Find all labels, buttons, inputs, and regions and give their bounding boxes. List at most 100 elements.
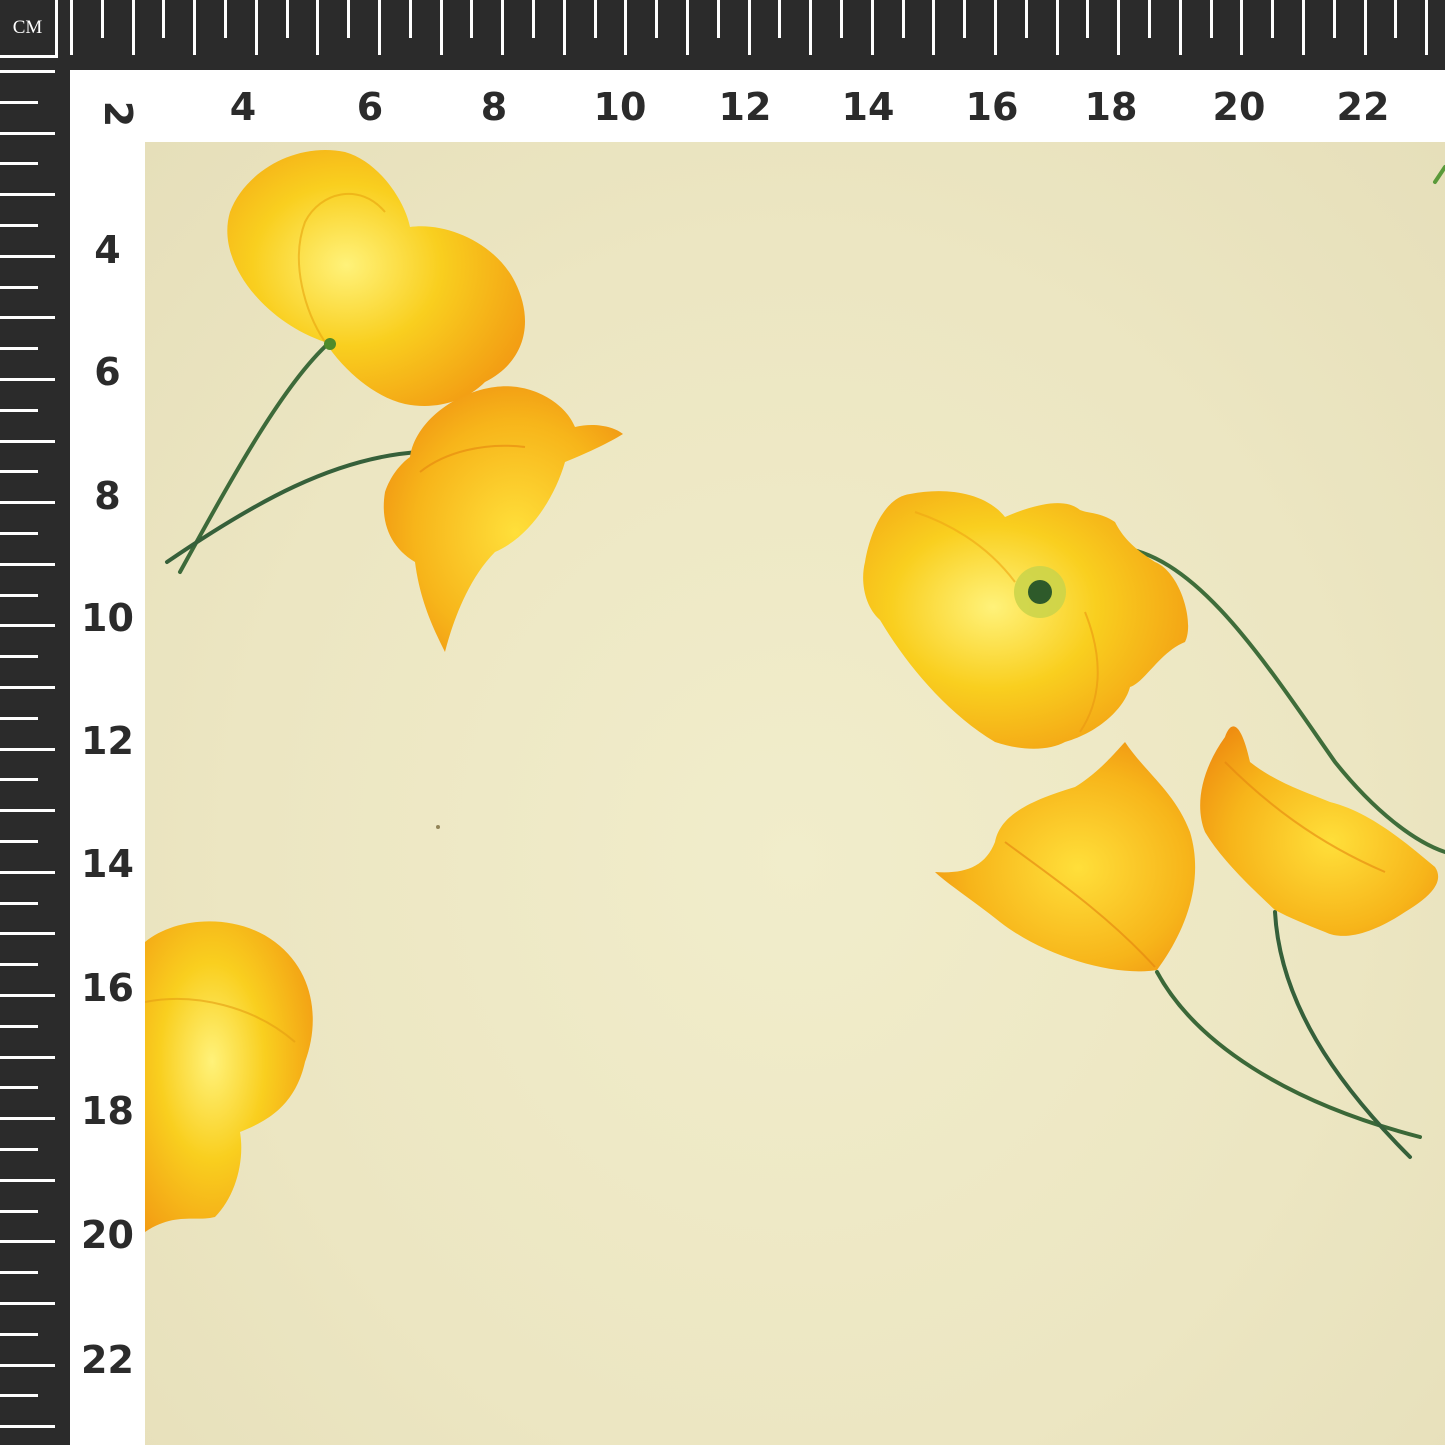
fabric-speck (436, 825, 440, 829)
left-ruler-tick (0, 624, 55, 627)
fabric-print (145, 142, 1445, 1445)
left-ruler-tick (0, 470, 38, 473)
left-ruler-number: 22 (81, 1338, 134, 1382)
left-ruler-tick (0, 1025, 38, 1028)
top-ruler-tick (1271, 0, 1274, 38)
top-ruler-number: 12 (718, 85, 772, 129)
top-ruler-number: 22 (1336, 85, 1390, 129)
top-ruler-tick (224, 0, 227, 38)
top-ruler-tick (1117, 0, 1120, 55)
poppy-top-left-lower (383, 386, 623, 652)
top-ruler-tick (440, 0, 443, 55)
top-ruler-tick (501, 0, 504, 55)
poppy-left-edge (145, 921, 313, 1232)
top-ruler-tick (1086, 0, 1089, 38)
left-ruler-tick (0, 224, 38, 227)
top-ruler-tick (594, 0, 597, 38)
top-ruler-tick (1364, 0, 1367, 55)
left-ruler-tick (0, 809, 55, 812)
top-ruler-number: 16 (965, 85, 1019, 129)
left-ruler-tick (0, 193, 55, 196)
top-ruler-tick (809, 0, 812, 55)
top-ruler-tick (1148, 0, 1151, 38)
top-ruler-number: 6 (356, 85, 384, 129)
left-ruler-tick (0, 70, 55, 73)
left-ruler-number: 6 (94, 350, 121, 394)
top-ruler-tick (655, 0, 658, 38)
top-ruler-tick (193, 0, 196, 55)
top-ruler-tick (1179, 0, 1182, 55)
left-ruler-tick (0, 1425, 55, 1428)
top-ruler-number: 18 (1084, 85, 1138, 129)
left-ruler-tick (0, 1179, 55, 1182)
left-ruler-tick (0, 316, 55, 319)
left-ruler-tick (0, 840, 38, 843)
top-ruler-tick (316, 0, 319, 55)
left-ruler-tick (0, 286, 38, 289)
left-ruler-tick (0, 963, 38, 966)
left-ruler-number: 20 (81, 1213, 134, 1257)
left-ruler-tick (0, 440, 55, 443)
poppy-print-illustration (145, 150, 1445, 1232)
top-ruler-tick (1056, 0, 1059, 55)
top-ruler-tick (994, 0, 997, 55)
left-ruler-tick (0, 1210, 38, 1213)
top-ruler-number: 20 (1212, 85, 1266, 129)
left-ruler-tick (0, 686, 55, 689)
left-ruler-number: 18 (81, 1089, 134, 1133)
top-ruler-tick (963, 0, 966, 38)
left-ruler-tick (0, 1271, 38, 1274)
top-ruler-tick (1025, 0, 1028, 38)
top-ruler-tick (778, 0, 781, 38)
left-ruler-tick (0, 994, 55, 997)
top-ruler-tick (470, 0, 473, 38)
top-ruler-tick (1333, 0, 1336, 38)
poppy-open-center (863, 491, 1189, 749)
left-ruler-tick (0, 563, 55, 566)
stem-4 (1155, 970, 1422, 1139)
left-ruler-tick (0, 501, 55, 504)
left-ruler-tick (0, 871, 55, 874)
left-ruler-tick (0, 162, 38, 165)
poppy-bud-lower (935, 742, 1196, 972)
top-ruler-tick (748, 0, 751, 55)
left-ruler-tick (0, 132, 55, 135)
stem-2 (165, 450, 422, 564)
left-ruler-tick (0, 1086, 38, 1089)
unit-label: CM (0, 0, 58, 58)
top-ruler-tick (1302, 0, 1305, 55)
top-ruler-number: 14 (841, 85, 895, 129)
left-ruler-tick (0, 902, 38, 905)
top-ruler-tick (255, 0, 258, 55)
top-ruler-tick (624, 0, 627, 55)
poppy-top-left (227, 150, 525, 406)
left-ruler-tick (0, 1394, 38, 1397)
top-ruler-number: 10 (593, 85, 647, 129)
top-ruler-tick (932, 0, 935, 55)
left-ruler-tick (0, 101, 38, 104)
left-ruler-tick (0, 1302, 55, 1305)
left-ruler-tick (0, 378, 55, 381)
left-ruler-tick (0, 748, 55, 751)
left-ruler-number: 12 (81, 719, 134, 763)
left-ruler-tick (0, 594, 38, 597)
top-ruler-tick (532, 0, 535, 38)
left-ruler-tick (0, 255, 55, 258)
top-ruler-tick (1425, 0, 1428, 55)
top-ruler-tick (132, 0, 135, 55)
stem-6 (1433, 165, 1445, 184)
top-ruler-tick (1210, 0, 1213, 38)
top-ruler-tick (70, 0, 73, 55)
top-ruler-tick (902, 0, 905, 38)
top-ruler-tick (840, 0, 843, 38)
left-ruler (0, 0, 70, 1445)
left-ruler-tick (0, 347, 38, 350)
stem-5 (1273, 910, 1412, 1159)
left-ruler-tick (0, 655, 38, 658)
top-ruler-tick (871, 0, 874, 55)
left-ruler-tick (0, 1148, 38, 1151)
left-ruler-number: 4 (94, 228, 121, 272)
fabric-swatch-view: CM 2 4 6 8 10 12 14 16 18 20 22 4 6 8 10 12 14 16 18 20 22 (0, 0, 1445, 1445)
left-ruler-tick (0, 1117, 55, 1120)
top-ruler-tick (286, 0, 289, 38)
